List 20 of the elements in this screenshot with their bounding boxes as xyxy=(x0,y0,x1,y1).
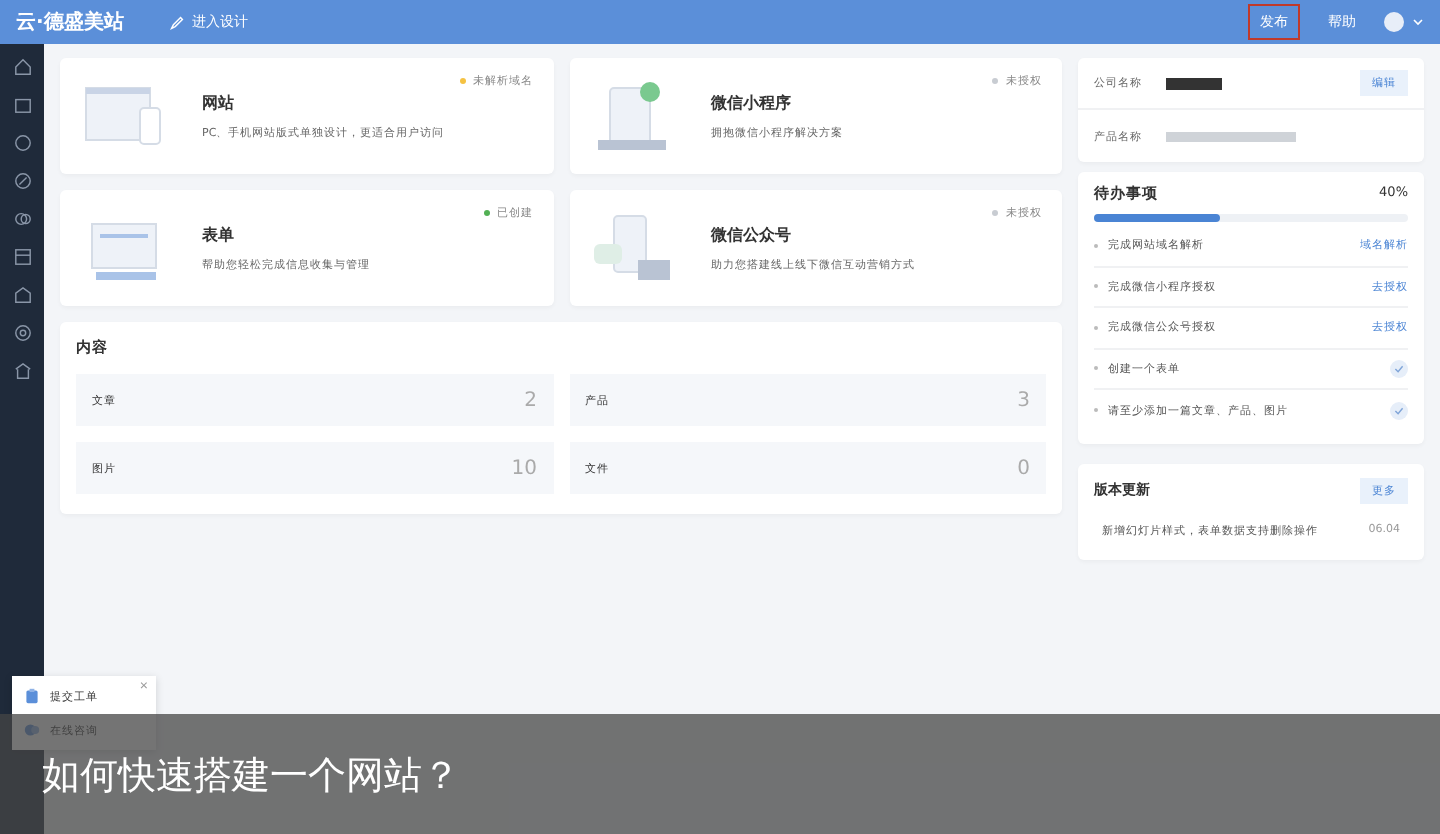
logo-text: 云·德盛美站 xyxy=(16,8,124,36)
pencil-icon xyxy=(167,13,186,31)
tile-count: 0 xyxy=(1017,457,1030,479)
caret-icon[interactable] xyxy=(1412,18,1424,26)
caption-text: 如何快速搭建一个网站？ xyxy=(42,754,460,798)
avatar[interactable] xyxy=(1384,12,1404,32)
gear-icon[interactable] xyxy=(13,324,31,342)
home-icon[interactable] xyxy=(13,58,31,76)
grid-icon[interactable] xyxy=(13,248,31,266)
tile-count: 2 xyxy=(524,389,537,411)
tile-count: 10 xyxy=(511,457,537,479)
clipboard-icon xyxy=(24,688,40,704)
card-title: 网站 xyxy=(202,92,236,114)
tile-count: 3 xyxy=(1017,389,1030,411)
card-title: 微信公众号 xyxy=(711,224,793,246)
card-title: 表单 xyxy=(202,224,236,246)
redacted-block xyxy=(1166,77,1222,89)
house-icon[interactable] xyxy=(13,362,31,380)
card-title: 微信小程序 xyxy=(711,92,793,114)
redacted-block xyxy=(1166,131,1296,141)
